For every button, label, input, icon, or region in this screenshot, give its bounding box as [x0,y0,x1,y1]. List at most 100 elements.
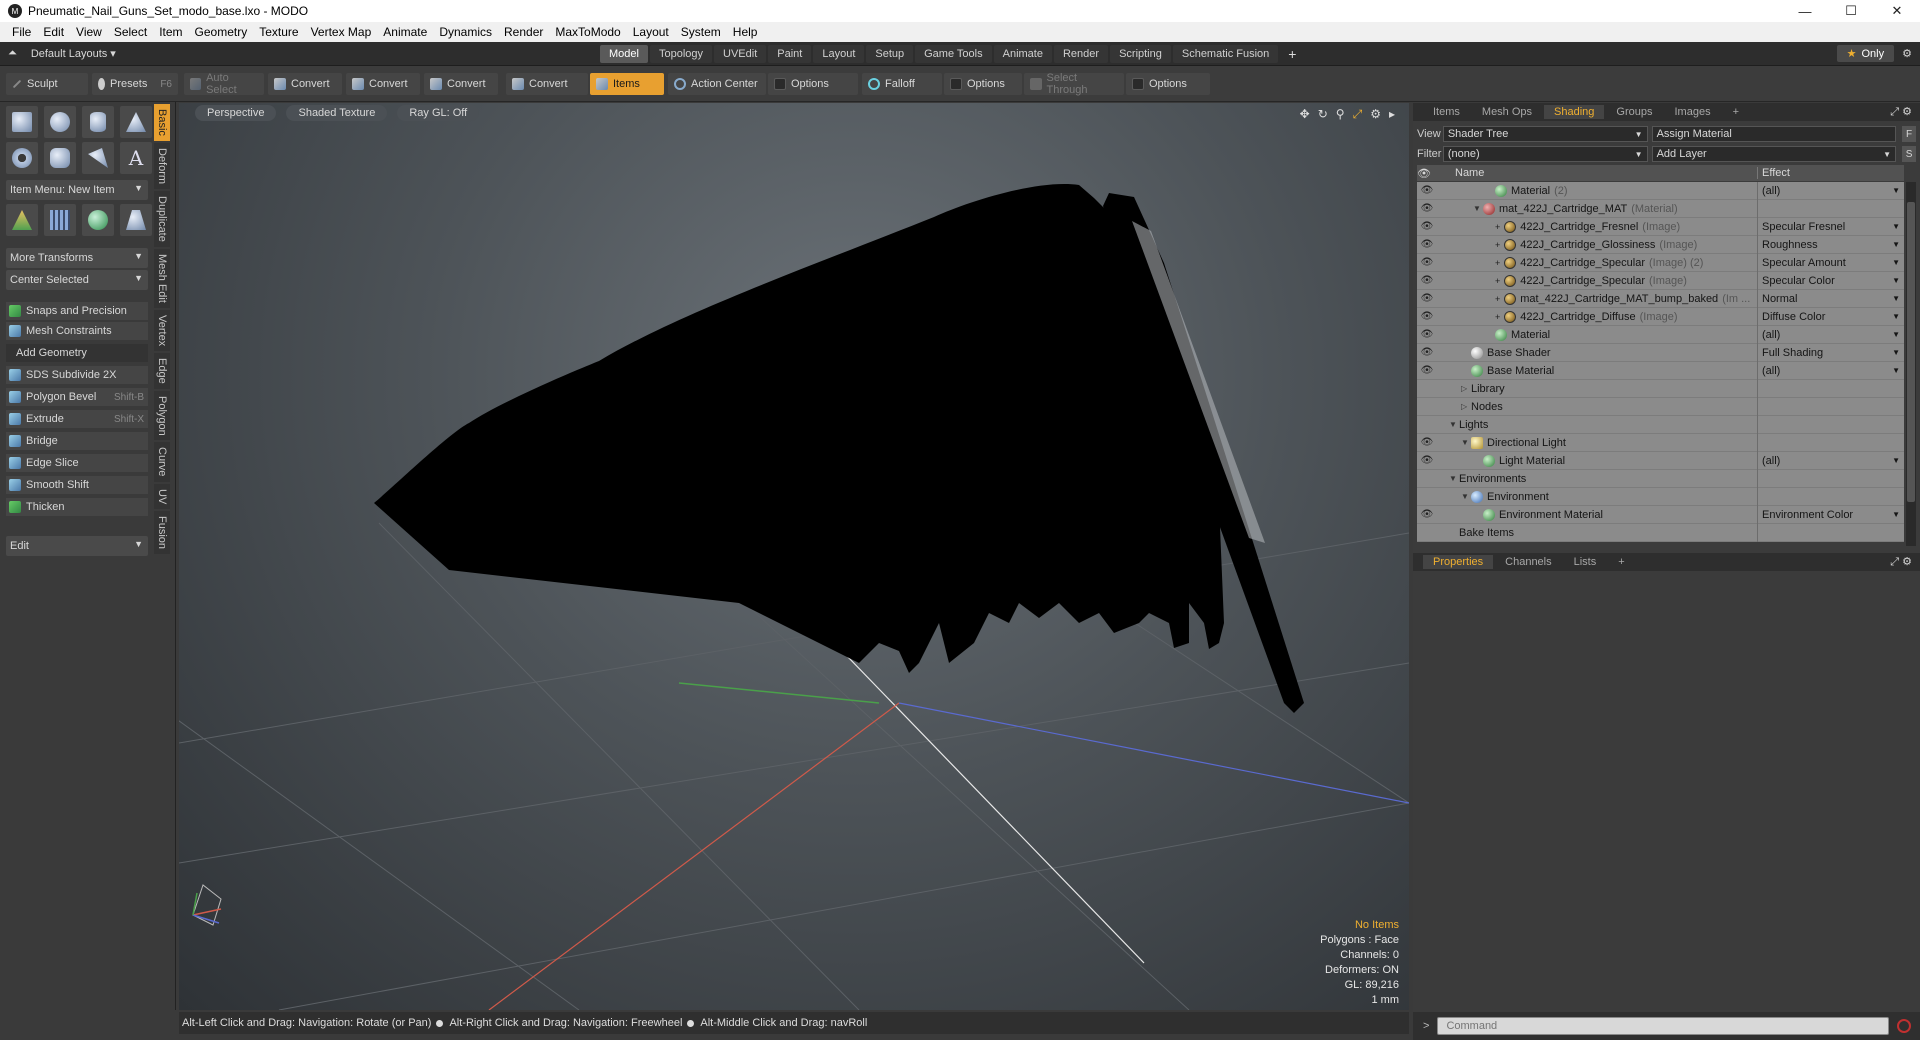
add-layout-tab-button[interactable]: + [1280,46,1304,62]
effect-cell[interactable]: Specular Fresnel ▼ [1757,217,1904,236]
shader-tree-row[interactable]: Bake Items [1417,523,1904,542]
visibility-eye-icon[interactable]: 👁 [1417,239,1437,250]
vtab-curve[interactable]: Curve [154,442,170,482]
tab-scripting[interactable]: Scripting [1110,44,1171,63]
sphere-primitive-button[interactable] [44,106,76,138]
polygon-bevel-button[interactable]: Polygon Bevel Shift-B [6,388,148,406]
plus-icon[interactable]: + [1495,276,1500,286]
vtab-polygon[interactable]: Polygon [154,390,170,441]
zoom-icon[interactable]: ⚲ [1336,107,1345,122]
effect-cell[interactable]: (all) ▼ [1757,181,1904,200]
visibility-eye-icon[interactable]: 👁 [1417,347,1437,358]
add-tab-button[interactable]: + [1608,555,1634,569]
visibility-eye-icon[interactable]: 👁 [1417,311,1437,322]
expand-toggle-icon[interactable]: ▼ [1461,492,1471,501]
shader-tree-row[interactable]: 👁 Base Material (all) ▼ [1417,361,1904,380]
vtab-uv[interactable]: UV [154,483,170,510]
globe-button[interactable] [82,204,114,236]
options-button-2[interactable]: Options [944,73,1022,95]
effect-cell[interactable]: Full Shading ▼ [1757,343,1904,362]
shader-tree-row[interactable]: 👁 +422J_Cartridge_Fresnel (Image) Specular … [1417,217,1904,236]
menu-geometry[interactable]: Geometry [189,25,254,39]
effect-cell[interactable]: Specular Amount ▼ [1757,253,1904,272]
tab-schematic-fusion[interactable]: Schematic Fusion [1172,44,1279,63]
effect-cell[interactable]: Diffuse Color ▼ [1757,307,1904,326]
vtab-deform[interactable]: Deform [154,142,170,189]
tab-game-tools[interactable]: Game Tools [915,44,992,63]
shader-tree-row[interactable]: ▷ Nodes [1417,397,1904,416]
expand-toggle-icon[interactable]: ▼ [1473,204,1483,213]
add-layer-dropdown[interactable]: Add Layer ▼ [1651,146,1897,162]
plus-icon[interactable]: + [1495,312,1500,322]
shader-tree-row[interactable]: ▷ Library [1417,379,1904,398]
options-button-3[interactable]: Options [1126,73,1210,95]
visibility-eye-icon[interactable]: 👁 [1417,365,1437,376]
effect-column-header[interactable]: Effect [1757,167,1790,179]
tab-images[interactable]: Images [1665,105,1721,119]
menu-vertex-map[interactable]: Vertex Map [305,25,378,39]
plus-icon[interactable]: + [1495,258,1500,268]
default-layouts-dropdown[interactable]: Default Layouts ▾ [31,47,116,60]
visibility-eye-icon[interactable]: 👁 [1417,437,1437,448]
assign-material-button[interactable]: Assign Material [1651,126,1897,142]
shading-mode-button[interactable]: Shaded Texture [286,105,388,121]
menu-select[interactable]: Select [108,25,153,39]
bridge-button[interactable]: Bridge [6,432,148,450]
only-button[interactable]: ★ Only [1836,45,1895,62]
shader-tree-scrollbar[interactable] [1906,182,1916,546]
edge-slice-button[interactable]: Edge Slice [6,454,148,472]
visibility-eye-icon[interactable]: 👁 [1417,203,1437,214]
tab-mesh-ops[interactable]: Mesh Ops [1472,105,1542,119]
shader-tree-row[interactable]: 👁 +422J_Cartridge_Diffuse (Image) Diffuse C… [1417,307,1904,326]
vtab-duplicate[interactable]: Duplicate [154,190,170,247]
shader-tree-row[interactable]: ▼ Environments [1417,469,1904,488]
edit-dropdown[interactable]: Edit ▼ [6,536,148,556]
falloff-button[interactable]: Falloff [862,73,942,95]
tab-properties[interactable]: Properties [1423,555,1494,569]
sculpt-button[interactable]: Sculpt [6,73,88,95]
shader-tree-row[interactable]: ▼ Lights [1417,415,1904,434]
menu-layout[interactable]: Layout [627,25,675,39]
center-selected-dropdown[interactable]: Center Selected ▼ [6,270,148,290]
convert-vertex-button[interactable]: Convert [268,73,342,95]
shader-tree-row[interactable]: 👁 Material (all) ▼ [1417,325,1904,344]
menu-animate[interactable]: Animate [377,25,433,39]
filter-select[interactable]: (none) ▼ [1442,146,1648,162]
expand-toggle-icon[interactable]: ▼ [1449,420,1459,429]
effect-cell[interactable]: (all) ▼ [1757,361,1904,380]
tab-render[interactable]: Render [1053,44,1109,63]
visibility-eye-icon[interactable]: 👁 [1417,275,1437,286]
item-menu-dropdown[interactable]: Item Menu: New Item ▼ [6,180,148,200]
options-button-1[interactable]: Options [768,73,858,95]
auto-select-button[interactable]: Auto Select [184,72,264,96]
collapse-icon[interactable]: ⏶ [8,47,17,60]
f-key-button[interactable]: F [1902,126,1916,142]
shader-tree-row[interactable]: 👁 +422J_Cartridge_Specular (Image) Specular… [1417,271,1904,290]
cone-primitive-button[interactable] [120,106,152,138]
menu-dynamics[interactable]: Dynamics [433,25,498,39]
tab-setup[interactable]: Setup [866,44,914,63]
rotate-icon[interactable]: ↻ [1318,107,1328,122]
shader-tree-row[interactable]: ▼ Environment [1417,487,1904,506]
gear-icon[interactable]: ⚙ [1370,107,1381,122]
view-select[interactable]: Shader Tree ▼ [1442,126,1648,142]
raygl-button[interactable]: Ray GL: Off [397,105,480,121]
vtab-fusion[interactable]: Fusion [154,511,170,555]
thicken-button[interactable]: Thicken [6,498,148,516]
tab-layout[interactable]: Layout [813,44,865,63]
cylinder-primitive-button[interactable] [82,106,114,138]
expand-icon[interactable]: ⤢ ⚙ [1890,105,1912,119]
convert-edge-button[interactable]: Convert [346,73,420,95]
expand-toggle-icon[interactable]: ▷ [1461,384,1471,393]
add-tab-button[interactable]: + [1723,105,1749,119]
effect-cell[interactable]: Roughness ▼ [1757,235,1904,254]
plus-icon[interactable]: + [1495,240,1500,250]
cube-primitive-button[interactable] [6,106,38,138]
pen-tool-button[interactable] [82,142,114,174]
3d-viewport[interactable]: Perspective Shaded Texture Ray GL: Off ✥… [179,103,1409,1010]
menu-texture[interactable]: Texture [253,25,304,39]
s-key-button[interactable]: S [1902,146,1916,162]
scrollbar-thumb[interactable] [1907,202,1915,502]
plane-button[interactable] [120,204,152,236]
shader-tree-row[interactable]: 👁 ▼ mat_422J_Cartridge_MAT (Material) [1417,199,1904,218]
